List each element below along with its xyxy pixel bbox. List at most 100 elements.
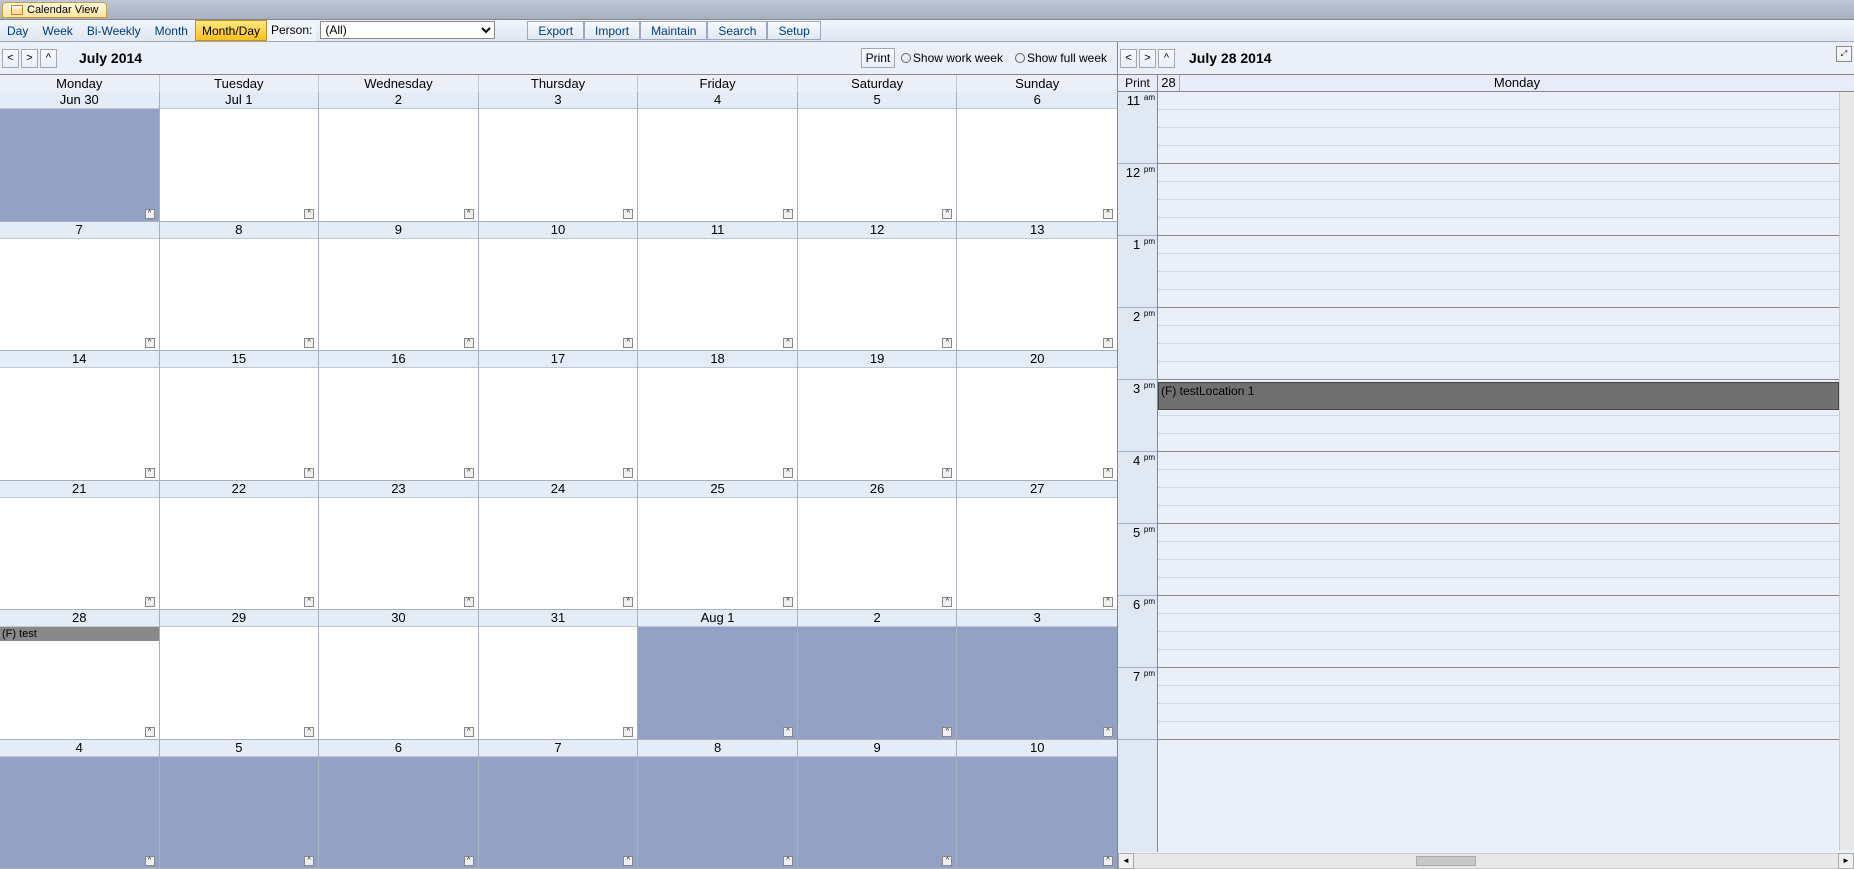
day-body[interactable]: ^ bbox=[319, 498, 478, 610]
day-cell[interactable]: 11^ bbox=[638, 222, 798, 351]
day-body[interactable]: ^ bbox=[319, 239, 478, 351]
day-body[interactable]: ^ bbox=[160, 627, 319, 739]
expand-toggle-icon[interactable]: ^ bbox=[1103, 209, 1113, 219]
time-slot[interactable] bbox=[1158, 470, 1854, 488]
day-number[interactable]: 8 bbox=[160, 222, 319, 239]
view-day-button[interactable]: Day bbox=[0, 20, 35, 41]
day-cell[interactable]: 30^ bbox=[319, 610, 479, 739]
day-number[interactable]: 27 bbox=[957, 481, 1117, 498]
expand-toggle-icon[interactable]: ^ bbox=[304, 209, 314, 219]
day-cell[interactable]: 2^ bbox=[798, 610, 958, 739]
day-body[interactable]: ^ bbox=[160, 239, 319, 351]
time-slot[interactable] bbox=[1158, 614, 1854, 632]
day-number[interactable]: 3 bbox=[479, 92, 638, 109]
scroll-left-icon[interactable]: ◄ bbox=[1118, 853, 1134, 869]
day-number[interactable]: 26 bbox=[798, 481, 957, 498]
day-number[interactable]: 2 bbox=[798, 610, 957, 627]
expand-toggle-icon[interactable]: ^ bbox=[783, 338, 793, 348]
day-body[interactable]: ^ bbox=[798, 498, 957, 610]
day-number[interactable]: 5 bbox=[798, 92, 957, 109]
day-number[interactable]: 9 bbox=[798, 740, 957, 757]
day-number[interactable]: 19 bbox=[798, 351, 957, 368]
day-number[interactable]: 9 bbox=[319, 222, 478, 239]
day-prev-button[interactable]: < bbox=[1120, 49, 1137, 68]
time-slot[interactable] bbox=[1158, 506, 1854, 524]
day-body[interactable]: ^ bbox=[957, 368, 1117, 480]
maintain-button[interactable]: Maintain bbox=[640, 21, 707, 40]
month-prev-button[interactable]: < bbox=[2, 49, 19, 68]
expand-toggle-icon[interactable]: ^ bbox=[304, 468, 314, 478]
day-number[interactable]: 10 bbox=[479, 222, 638, 239]
day-number[interactable]: 4 bbox=[0, 740, 159, 757]
expand-toggle-icon[interactable]: ^ bbox=[145, 597, 155, 607]
time-slot[interactable] bbox=[1158, 452, 1854, 470]
expand-toggle-icon[interactable]: ^ bbox=[145, 338, 155, 348]
day-cell[interactable]: 3^ bbox=[957, 610, 1117, 739]
day-cell[interactable]: 27 ^ bbox=[957, 481, 1117, 610]
expand-toggle-icon[interactable]: ^ bbox=[145, 468, 155, 478]
time-slot[interactable] bbox=[1158, 254, 1854, 272]
expand-toggle-icon[interactable]: ^ bbox=[1103, 597, 1113, 607]
expand-toggle-icon[interactable]: ^ bbox=[145, 727, 155, 737]
window-tab[interactable]: Calendar View bbox=[2, 2, 107, 18]
time-slot[interactable] bbox=[1158, 668, 1854, 686]
time-slot[interactable] bbox=[1158, 560, 1854, 578]
day-cell[interactable]: 28(F) test^ bbox=[0, 610, 160, 739]
expand-toggle-icon[interactable]: ^ bbox=[1103, 468, 1113, 478]
day-body[interactable]: ^ bbox=[798, 239, 957, 351]
expand-toggle-icon[interactable]: ^ bbox=[623, 856, 633, 866]
horizontal-scrollbar[interactable]: ◄ ► bbox=[1118, 852, 1854, 869]
day-cell[interactable]: Aug 1^ bbox=[638, 610, 798, 739]
day-number[interactable]: 7 bbox=[479, 740, 638, 757]
day-number[interactable]: 24 bbox=[479, 481, 638, 498]
day-cell[interactable]: 3^ bbox=[479, 92, 639, 221]
view-biweekly-button[interactable]: Bi-Weekly bbox=[80, 20, 148, 41]
time-slot[interactable] bbox=[1158, 524, 1854, 542]
day-number[interactable]: 6 bbox=[957, 92, 1117, 109]
month-print-button[interactable]: Print bbox=[861, 48, 895, 68]
time-slot[interactable] bbox=[1158, 146, 1854, 164]
day-cell[interactable]: 23^ bbox=[319, 481, 479, 610]
day-body[interactable]: ^ bbox=[479, 239, 638, 351]
day-body[interactable]: ^ bbox=[160, 757, 319, 869]
day-cell[interactable]: 16^ bbox=[319, 351, 479, 480]
expand-toggle-icon[interactable]: ^ bbox=[783, 209, 793, 219]
day-up-button[interactable]: ^ bbox=[1158, 49, 1175, 68]
day-cell[interactable]: 7^ bbox=[479, 740, 639, 869]
expand-toggle-icon[interactable]: ^ bbox=[783, 597, 793, 607]
scroll-track[interactable] bbox=[1134, 853, 1838, 869]
time-slot[interactable] bbox=[1158, 434, 1854, 452]
day-number[interactable]: 25 bbox=[638, 481, 797, 498]
expand-toggle-icon[interactable]: ^ bbox=[783, 856, 793, 866]
day-body[interactable]: ^ bbox=[0, 109, 159, 221]
expand-toggle-icon[interactable]: ^ bbox=[623, 727, 633, 737]
day-cell[interactable]: 5^ bbox=[798, 92, 958, 221]
day-number[interactable]: 20 bbox=[957, 351, 1117, 368]
expand-toggle-icon[interactable]: ^ bbox=[623, 209, 633, 219]
time-slot[interactable] bbox=[1158, 182, 1854, 200]
day-cell[interactable]: 7^ bbox=[0, 222, 160, 351]
day-number[interactable]: 6 bbox=[319, 740, 478, 757]
day-cell[interactable]: Jun 30^ bbox=[0, 92, 160, 221]
day-number[interactable]: 2 bbox=[319, 92, 478, 109]
time-slot[interactable] bbox=[1158, 344, 1854, 362]
day-cell[interactable]: 4^ bbox=[0, 740, 160, 869]
setup-button[interactable]: Setup bbox=[767, 21, 820, 40]
view-month-button[interactable]: Month bbox=[148, 20, 195, 41]
day-body[interactable]: ^ bbox=[0, 498, 159, 610]
expand-toggle-icon[interactable]: ^ bbox=[623, 338, 633, 348]
expand-toggle-icon[interactable]: ^ bbox=[1103, 727, 1113, 737]
day-body[interactable]: ^ bbox=[957, 239, 1117, 351]
import-button[interactable]: Import bbox=[584, 21, 640, 40]
day-cell[interactable]: 8^ bbox=[638, 740, 798, 869]
time-slot[interactable] bbox=[1158, 542, 1854, 560]
scroll-thumb[interactable] bbox=[1416, 856, 1476, 866]
day-number[interactable]: 4 bbox=[638, 92, 797, 109]
day-number[interactable]: 3 bbox=[957, 610, 1117, 627]
day-cell[interactable]: 25 ^ bbox=[638, 481, 798, 610]
day-cell[interactable]: 29^ bbox=[160, 610, 320, 739]
expand-toggle-icon[interactable]: ^ bbox=[304, 856, 314, 866]
time-slot[interactable] bbox=[1158, 272, 1854, 290]
expand-toggle-icon[interactable]: ^ bbox=[623, 597, 633, 607]
expand-toggle-icon[interactable]: ^ bbox=[942, 468, 952, 478]
